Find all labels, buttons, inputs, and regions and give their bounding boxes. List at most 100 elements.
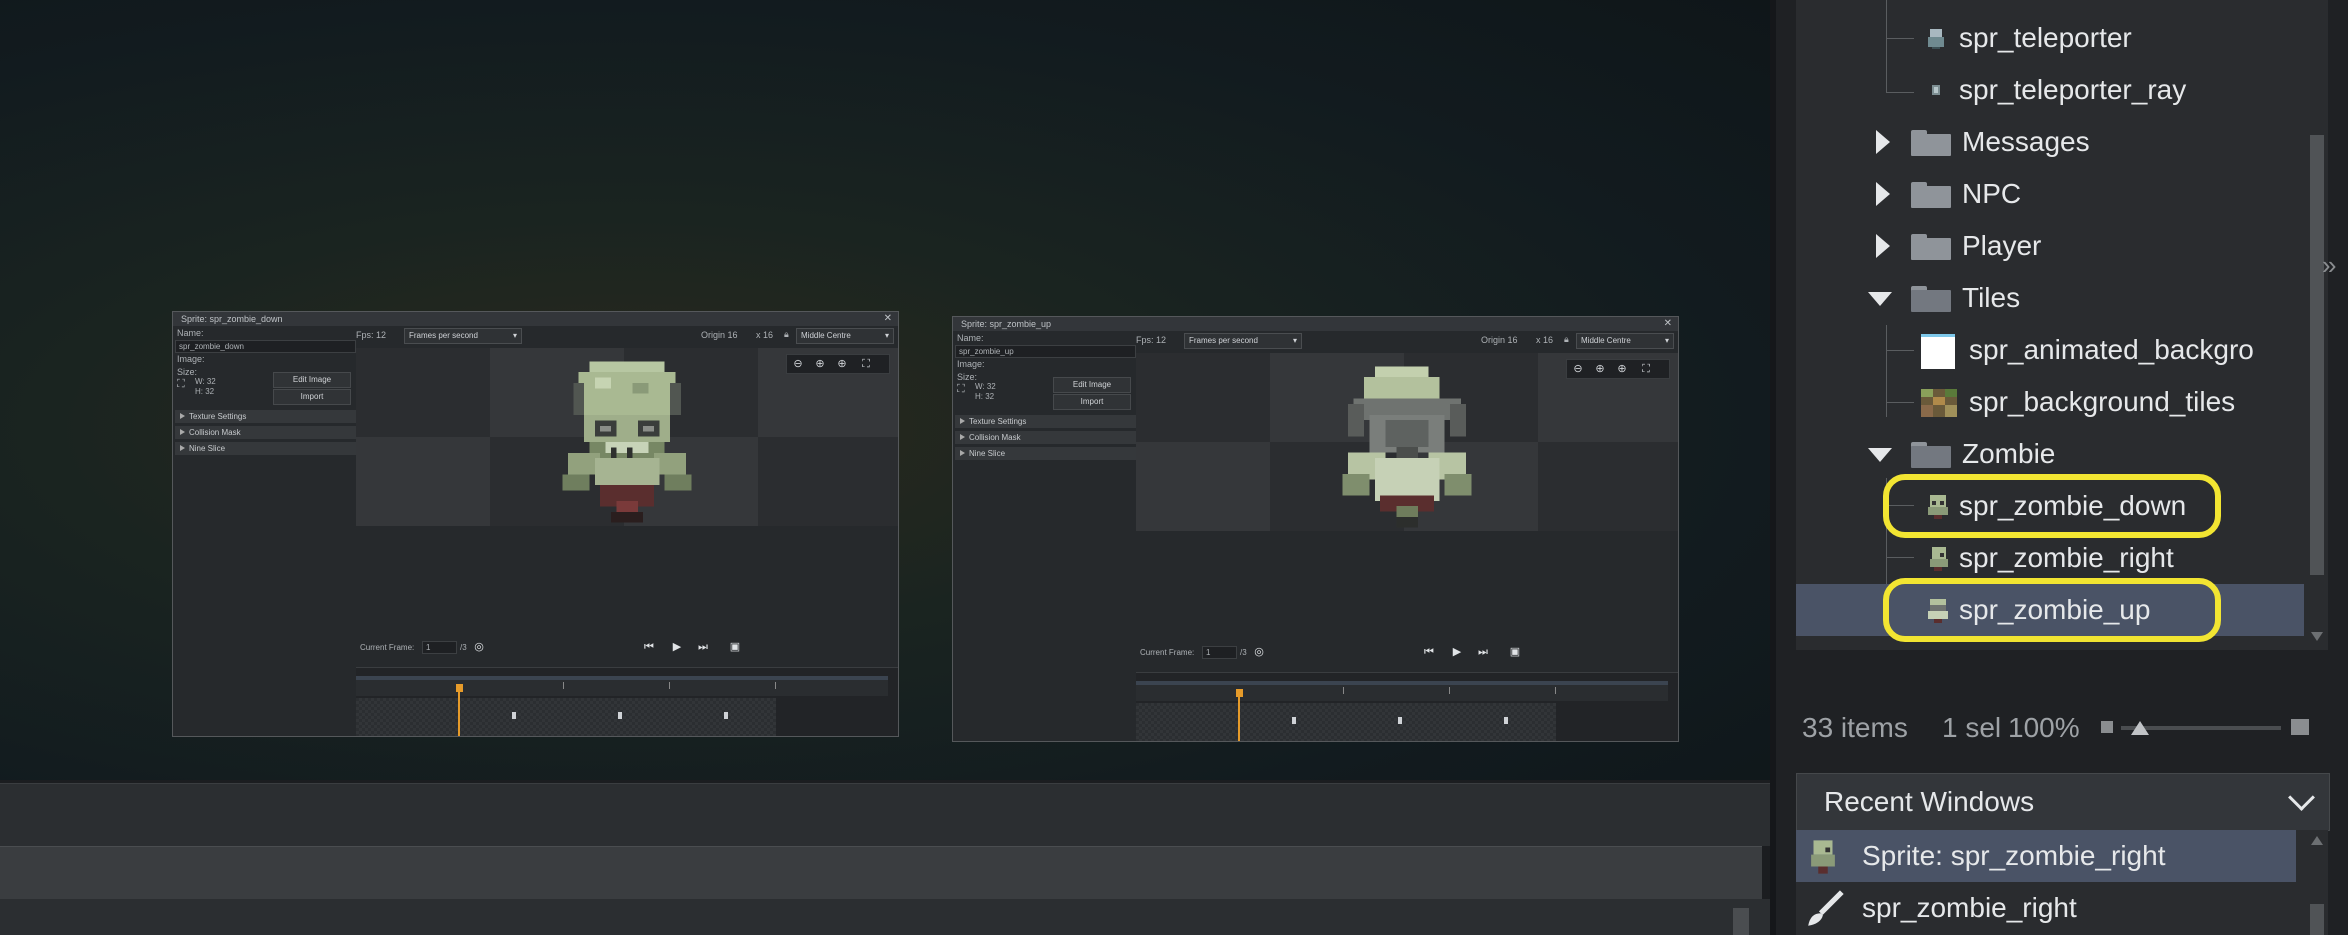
output-scrollbar[interactable] [1733, 908, 1749, 935]
folder-npc[interactable]: NPC [1796, 168, 2296, 220]
annotation-highlight-zombie-down [1883, 474, 2221, 538]
folder-label: Tiles [1962, 282, 2021, 313]
section-nine-slice[interactable]: Nine Slice [955, 447, 1145, 460]
zoom-slider[interactable] [2101, 719, 2309, 735]
edit-image-button[interactable]: Edit Image [1053, 377, 1131, 393]
sprite-editor-window-zombie-down[interactable]: Sprite: spr_zombie_down ✕ Name: spr_zomb… [172, 311, 899, 737]
scroll-down-icon[interactable] [2311, 632, 2323, 641]
name-field[interactable]: spr_zombie_up [955, 345, 1136, 358]
asset-item-spr-background-tiles[interactable]: spr_background_tiles [1796, 376, 2296, 428]
recent-window-label: Sprite: spr_zombie_right [1862, 840, 2166, 871]
expand-arrow-icon[interactable] [1876, 182, 1890, 206]
folder-tiles[interactable]: Tiles [1796, 272, 2296, 324]
folder-zombie[interactable]: Zombie [1796, 428, 2296, 480]
edit-image-button[interactable]: Edit Image [273, 372, 351, 388]
lock-icon[interactable]: 🔒︎ [784, 329, 789, 340]
keyframe-marker[interactable] [618, 712, 622, 719]
scroll-up-icon[interactable] [2311, 836, 2323, 845]
asset-item-spr-teleporter-ray[interactable]: spr_teleporter_ray [1796, 64, 2296, 116]
folder-player[interactable]: Player [1796, 220, 2296, 272]
first-frame-icon[interactable]: ⏮ [642, 640, 656, 654]
collapse-arrow-icon[interactable] [1868, 448, 1892, 462]
zoom-out-icon[interactable]: ⊖ [1571, 362, 1585, 376]
section-texture-settings[interactable]: Texture Settings [175, 410, 365, 423]
zoom-out-icon[interactable]: ⊖ [791, 357, 805, 371]
fullscreen-icon[interactable]: ⛶ [859, 357, 873, 371]
expand-arrow-icon[interactable] [1876, 130, 1890, 154]
section-collision-mask[interactable]: Collision Mask [955, 431, 1145, 444]
collapse-panel-icon[interactable]: » [2322, 250, 2336, 281]
zoom-min-icon[interactable] [2101, 721, 2113, 733]
recent-window-item[interactable]: spr_zombie_right [1796, 882, 2296, 934]
folder-messages[interactable]: Messages [1796, 116, 2296, 168]
slider-handle[interactable] [2131, 721, 2149, 735]
current-frame-input[interactable]: 1 [422, 641, 457, 654]
name-field[interactable]: spr_zombie_down [175, 340, 356, 353]
section-texture-settings[interactable]: Texture Settings [955, 415, 1145, 428]
keyframe-marker[interactable] [512, 712, 516, 719]
asset-item-spr-teleporter[interactable]: spr_teleporter [1796, 12, 2296, 64]
frame-timeline[interactable] [356, 667, 898, 736]
recent-windows-header[interactable]: Recent Windows [1796, 773, 2330, 831]
zoom-reset-icon[interactable]: ⊕ [1593, 362, 1607, 376]
scrollbar-thumb[interactable] [2310, 135, 2324, 575]
play-icon[interactable]: ▶ [1450, 645, 1464, 659]
zoom-in-icon[interactable]: ⊕ [1615, 362, 1629, 376]
origin-preset-select[interactable]: Middle Centre ▾ [796, 328, 894, 344]
section-nine-slice[interactable]: Nine Slice [175, 442, 365, 455]
first-frame-icon[interactable]: ⏮ [1422, 645, 1436, 659]
import-button[interactable]: Import [1053, 394, 1131, 410]
scrollbar-thumb[interactable] [2310, 904, 2324, 935]
fps-mode-select[interactable]: Frames per second ▾ [404, 328, 522, 344]
preview-icon[interactable]: ▣ [728, 640, 742, 654]
origin-preset-select[interactable]: Middle Centre ▾ [1576, 333, 1674, 349]
resize-icon[interactable]: ⛶ [177, 378, 185, 391]
sprite-editor-window-zombie-up[interactable]: Sprite: spr_zombie_up ✕ Name: spr_zombie… [952, 316, 1679, 742]
lock-icon[interactable]: 🔒︎ [1564, 334, 1569, 345]
sprite-thumbnail-icon [1928, 29, 1944, 49]
workspace-canvas[interactable]: Sprite: spr_zombie_down ✕ Name: spr_zomb… [0, 0, 1770, 780]
last-frame-icon[interactable]: ⏭ [1476, 645, 1490, 659]
sprite-preview-canvas[interactable]: ⊖ ⊕ ⊕ ⛶ [1136, 353, 1678, 531]
zoom-reset-icon[interactable]: ⊕ [813, 357, 827, 371]
section-collision-mask[interactable]: Collision Mask [175, 426, 365, 439]
asset-tree[interactable]: spr_teleporter spr_teleporter_ray Messag… [1796, 0, 2328, 650]
keyframe-marker[interactable] [1292, 717, 1296, 724]
sprite-toolbar: Fps: 12 Frames per second ▾ Origin 16 x … [1136, 331, 1678, 353]
frame-timeline[interactable] [1136, 672, 1678, 741]
recent-window-item[interactable]: Sprite: spr_zombie_right [1796, 830, 2296, 882]
expand-arrow-icon[interactable] [1876, 234, 1890, 258]
current-frame-input[interactable]: 1 [1202, 646, 1237, 659]
asset-item-spr-animated-background[interactable]: spr_animated_backgro [1796, 324, 2328, 376]
close-icon[interactable]: ✕ [884, 312, 892, 326]
onion-skin-icon[interactable]: ◎ [472, 640, 486, 654]
keyframe-marker[interactable] [1398, 717, 1402, 724]
dropdown-arrow-icon: ▾ [1292, 336, 1297, 345]
asset-label: spr_teleporter_ray [1959, 74, 2187, 105]
onion-skin-icon[interactable]: ◎ [1252, 645, 1266, 659]
chevron-down-icon[interactable] [2288, 784, 2315, 811]
timeline-frames [1136, 703, 1556, 741]
zoom-max-icon[interactable] [2291, 719, 2309, 735]
fullscreen-icon[interactable]: ⛶ [1639, 362, 1653, 376]
collapse-arrow-icon[interactable] [1868, 292, 1892, 306]
sprite-preview-canvas[interactable]: ⊖ ⊕ ⊕ ⛶ [356, 348, 898, 526]
window-titlebar[interactable]: Sprite: spr_zombie_up ✕ [953, 317, 1678, 331]
play-icon[interactable]: ▶ [670, 640, 684, 654]
zoom-in-icon[interactable]: ⊕ [835, 357, 849, 371]
fps-mode-select[interactable]: Frames per second ▾ [1184, 333, 1302, 349]
tree-scrollbar[interactable] [2306, 0, 2328, 650]
keyframe-marker[interactable] [1504, 717, 1508, 724]
height-value: H: 32 [195, 387, 215, 396]
import-button[interactable]: Import [273, 389, 351, 405]
close-icon[interactable]: ✕ [1664, 317, 1672, 331]
keyframe-marker[interactable] [724, 712, 728, 719]
window-titlebar[interactable]: Sprite: spr_zombie_down ✕ [173, 312, 898, 326]
preview-icon[interactable]: ▣ [1508, 645, 1522, 659]
resize-icon[interactable]: ⛶ [957, 383, 965, 396]
asset-item-spr-zombie-right[interactable]: spr_zombie_right [1796, 532, 2296, 584]
last-frame-icon[interactable]: ⏭ [696, 640, 710, 654]
fps-label: Fps: 12 [1136, 335, 1167, 345]
recent-windows-scrollbar[interactable] [2306, 830, 2328, 935]
folder-label: Messages [1962, 126, 2090, 157]
